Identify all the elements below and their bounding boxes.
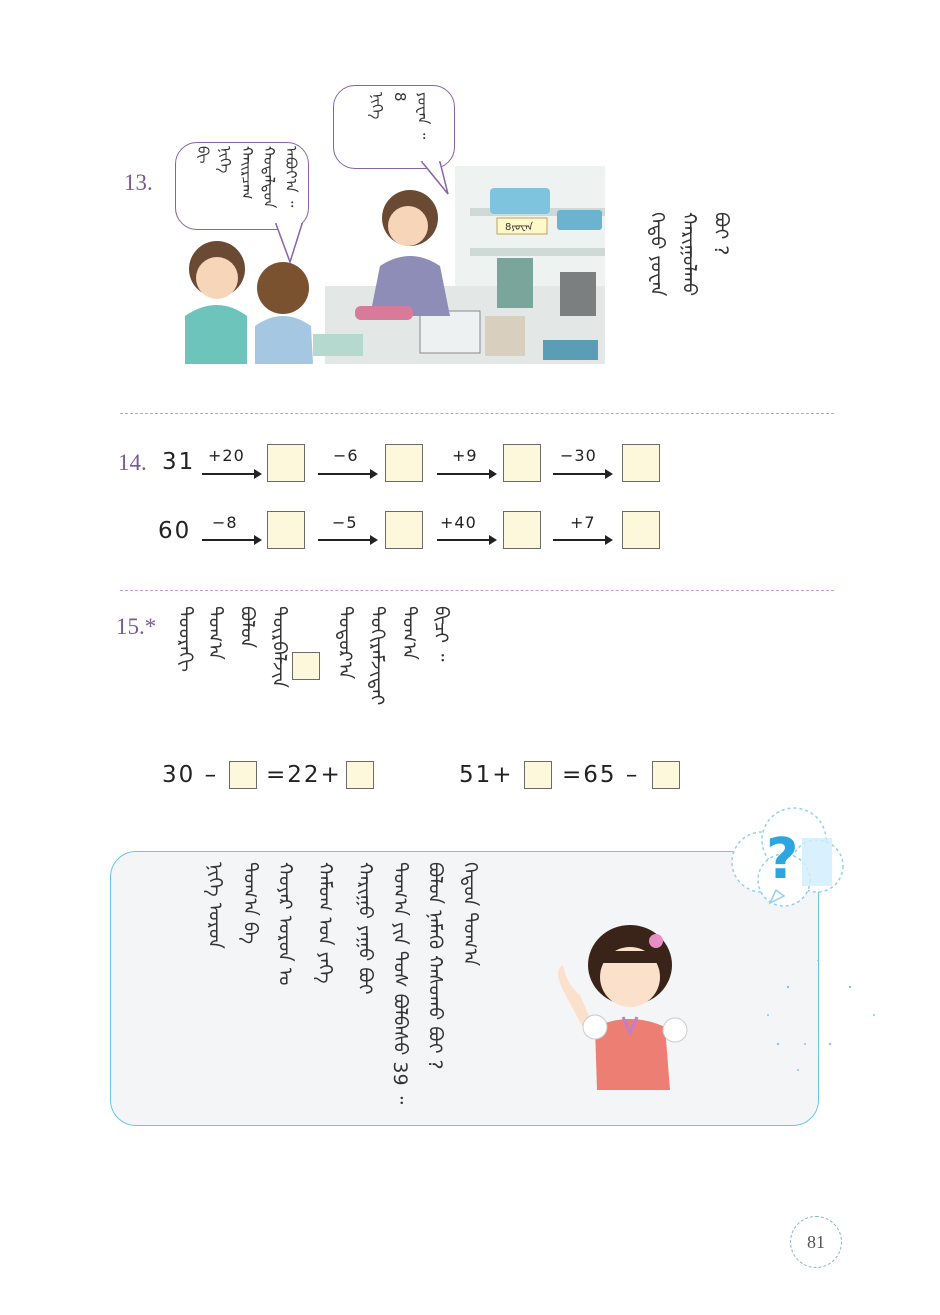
panel-col-8: ᠨᠢᠭᠡ ᠣᠷᠣᠨ [204, 862, 226, 949]
instruction-col-4: ᠳᠥᠷᠪᠡᠯᠵᠢᠨ [268, 606, 290, 689]
chain-2-answer-box-2[interactable] [385, 511, 423, 549]
instruction-col-2: ᠲᠣᠭ᠎ᠠ [204, 606, 226, 660]
arrow-icon [437, 469, 497, 479]
equation-2-box-2[interactable] [652, 761, 680, 789]
arrow-icon [202, 535, 262, 545]
equation-2-left: 51+ [459, 762, 514, 788]
problem-14-number: 14. [118, 450, 147, 475]
panel-col-2: ᠪᠣᠯᠤᠨ ᠨᠡᠮᠡᠬᠦ ᠬᠠᠰᠤᠬᠤ ᠪᠣᠢ ? [424, 862, 446, 1070]
equation-1-box-1[interactable] [229, 761, 257, 789]
boy-face [196, 257, 238, 299]
page-number-badge: 81 [790, 1216, 842, 1268]
instruction-col-6: ᠲᠣᠬᠢᠷᠠᠮᠵᠢᠲᠠᠢ [366, 606, 388, 706]
panel-col-5: ᠬᠠᠮᠤᠭ ᠤᠨ ᠶᠡᠬᠡ [314, 862, 336, 984]
panel-col-3: ᠲᠣᠭ᠎ᠠ ᠶᠢᠨ ᠲᠤᠰ ᠪᠣᠯᠪᠠᠰᠤ 39 ᠃ [389, 862, 411, 1105]
girl-waving-illustration [558, 925, 688, 1090]
svg-text:?: ? [766, 827, 798, 892]
pencil-box-icon [490, 188, 550, 214]
boy-shirt [185, 305, 247, 364]
divider-1 [120, 413, 834, 414]
arrow-icon [553, 535, 613, 545]
chain-1-answer-box-1[interactable] [267, 444, 305, 482]
chain-2-op-3: +40 [440, 513, 477, 532]
chain-2-answer-box-3[interactable] [503, 511, 541, 549]
chain-1-op-1: +20 [208, 446, 245, 465]
girl-jacket [255, 316, 313, 364]
instruction-inline-box [292, 652, 320, 680]
hair-bow-icon [649, 934, 663, 948]
problem-13-number: 13. [124, 170, 153, 195]
arrow-icon [318, 469, 378, 479]
instruction-col-7: ᠲᠣᠭ᠎ᠠ [398, 606, 420, 660]
problem-13-question-col-2: ᠬᠠᠷᠢᠭᠤᠯᠬᠤ [678, 212, 700, 296]
chain-1-answer-box-2[interactable] [385, 444, 423, 482]
shop-illustration: 8ᠶᠤᠸᠠᠨ [185, 166, 605, 364]
panel-col-1: ᠬᠡᠳᠦᠨ ᠲᠣᠭ᠎ᠠ [459, 862, 481, 967]
chain-2-answer-box-4[interactable] [622, 511, 660, 549]
price-tag: 8ᠶᠤᠸᠠᠨ [505, 221, 534, 233]
seller-face [388, 206, 428, 246]
girl-hair [257, 262, 309, 314]
chain-2-start: 60 [158, 518, 192, 544]
equation-2-box-1[interactable] [524, 761, 552, 789]
instruction-col-8: ᠪᠢᠴᠢ ᠃ [430, 606, 452, 662]
decorative-dots [767, 960, 875, 1071]
chain-1-start: 31 [162, 449, 196, 475]
divider-2 [120, 590, 834, 591]
chain-1-op-4: −30 [560, 446, 597, 465]
arrow-icon [553, 469, 613, 479]
instruction-col-1: ᠳᠣᠣᠷᠠᠬᠢ [174, 606, 196, 672]
chain-2-op-2: −5 [332, 513, 358, 532]
arrow-icon [202, 469, 262, 479]
equation-1-left: 30 – [162, 762, 219, 788]
problem-13-question-col-1: ᠬᠡᠳᠦ ᠶᠤᠸᠠᠨ [646, 212, 668, 297]
arrow-icon [437, 535, 497, 545]
equation-2-middle: =65 – [562, 762, 640, 788]
chain-1-op-3: +9 [452, 446, 478, 465]
panel-col-4: ᠬᠠᠷᠢᠭᠤ ᠶᠠᠭᠤ ᠪᠣᠢ [354, 862, 376, 995]
instruction-col-5: ᠳᠣᠲᠣᠷ᠎ᠠ [334, 606, 356, 680]
chain-1-op-2: −6 [333, 446, 359, 465]
panel-col-7: ᠲᠣᠭ᠎ᠠ ᠪᠠ [239, 862, 261, 945]
chain-2-op-1: −8 [212, 513, 238, 532]
problem-15-number: 15.* [116, 614, 157, 639]
pencil-box-in-hand [355, 306, 413, 320]
banknote [313, 334, 363, 356]
problem-13-question-col-3: ᠪᠤᠢ ? [710, 212, 732, 256]
instruction-col-3: ᠪᠣᠯᠤᠨ [236, 606, 258, 649]
arrow-icon [318, 535, 378, 545]
chain-2-answer-box-1[interactable] [267, 511, 305, 549]
chain-1-answer-box-4[interactable] [622, 444, 660, 482]
question-cloud-icon: ? [731, 807, 844, 907]
chain-1-answer-box-3[interactable] [503, 444, 541, 482]
panel-col-6: ᠬᠣᠶᠠᠷ ᠣᠷᠣᠨ ᠤ [274, 862, 296, 986]
chain-2-op-4: +7 [570, 513, 596, 532]
equation-1-middle: =22+ [266, 762, 342, 788]
seller-speech-col-3: ᠶᠤᠸᠠᠨ ᠃ [414, 92, 432, 140]
equation-1-box-2[interactable] [346, 761, 374, 789]
